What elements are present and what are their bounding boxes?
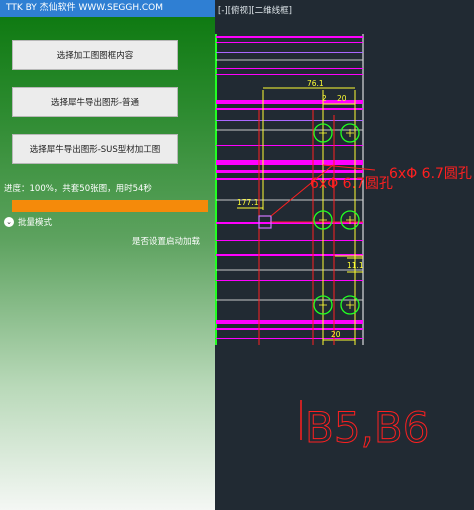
batch-mode-toggle[interactable]: ⌄ 批量模式: [4, 216, 52, 228]
hole-cross-marks: [319, 129, 354, 309]
dim-20-bot: 20: [331, 330, 341, 339]
batch-mode-label: 批量模式: [18, 218, 53, 228]
progress-text: 进度：100%，共套50张图，用时54秒: [4, 184, 152, 194]
cad-drawing: 76.1 2 20 177.1 11.1 20 6xΦ 6.7圆孔 6xΦ 6.…: [215, 34, 472, 453]
app-title: TTK BY 杰仙软件 WWW.SEGGH.COM: [6, 3, 163, 13]
chevron-down-icon[interactable]: ⌄: [4, 217, 14, 227]
auto-load-link[interactable]: 是否设置启动加载: [132, 235, 200, 247]
progress-bar: [12, 200, 208, 212]
app-title-bar: TTK BY 杰仙软件 WWW.SEGGH.COM: [0, 0, 215, 17]
dim-11: 11.1: [347, 261, 364, 270]
dim-20-top: 20: [337, 94, 347, 103]
hole-annotation-a: 6xΦ 6.7圆孔: [389, 166, 472, 182]
export-sus-button[interactable]: 选择犀牛导出图形-SUS型材加工图: [12, 134, 178, 164]
dim-2: 2: [322, 94, 327, 103]
hole-annotation-b: 6xΦ 6.7圆孔: [310, 176, 393, 192]
part-id-label: B5,B6: [305, 403, 429, 452]
export-normal-button[interactable]: 选择犀牛导出图形-普通: [12, 87, 178, 117]
cad-viewport[interactable]: 76.1 2 20 177.1 11.1 20 6xΦ 6.7圆孔 6xΦ 6.…: [215, 0, 474, 510]
select-frame-button[interactable]: 选择加工图图框内容: [12, 40, 178, 70]
viewport-label[interactable]: [-][俯视][二维线框]: [218, 4, 292, 16]
dim-76: 76.1: [307, 79, 324, 88]
control-panel: 选择加工图图框内容 选择犀牛导出图形-普通 选择犀牛导出图形-SUS型材加工图 …: [0, 17, 215, 510]
hole-circles: [313, 123, 360, 315]
progress-fill: [12, 200, 208, 212]
dim-177: 177.1: [237, 198, 259, 207]
